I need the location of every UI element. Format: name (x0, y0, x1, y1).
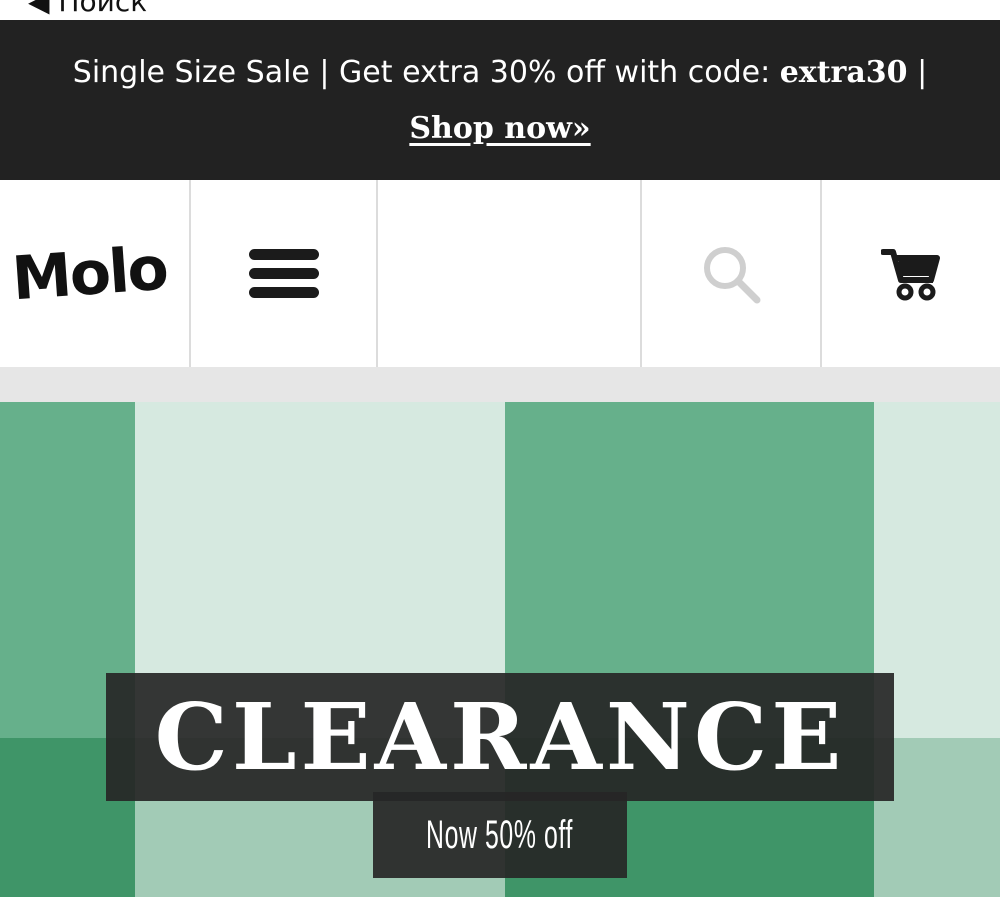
header-divider (0, 367, 1000, 402)
hero-subtitle: Now 50% off (426, 812, 574, 857)
back-link[interactable]: ◀ Поиск (28, 0, 147, 18)
molo-logo[interactable]: Molo (10, 233, 169, 314)
hero-title-box: CLEARANCE (106, 673, 894, 801)
cart-button[interactable] (822, 180, 1000, 367)
promo-separator: | (907, 55, 928, 90)
menu-button[interactable] (191, 180, 378, 367)
hero-title: CLEARANCE (154, 683, 846, 791)
search-icon[interactable] (699, 242, 763, 306)
cart-icon[interactable] (881, 246, 941, 302)
promo-text: Single Size Sale | Get extra 30% off wit… (72, 55, 780, 90)
shop-now-link[interactable]: Shop now» (409, 111, 590, 146)
status-bar: ◀ Поиск (0, 0, 1000, 20)
header-spacer (378, 180, 642, 367)
logo-cell[interactable]: Molo (0, 180, 191, 367)
site-header: Molo (0, 180, 1000, 367)
clearance-hero[interactable]: CLEARANCE Now 50% off (0, 402, 1000, 897)
promo-banner: Single Size Sale | Get extra 30% off wit… (0, 20, 1000, 180)
hamburger-menu-icon[interactable] (248, 241, 319, 306)
hero-subtitle-box: Now 50% off (373, 792, 627, 878)
search-button[interactable] (642, 180, 822, 367)
promo-code: extra30 (779, 55, 908, 90)
